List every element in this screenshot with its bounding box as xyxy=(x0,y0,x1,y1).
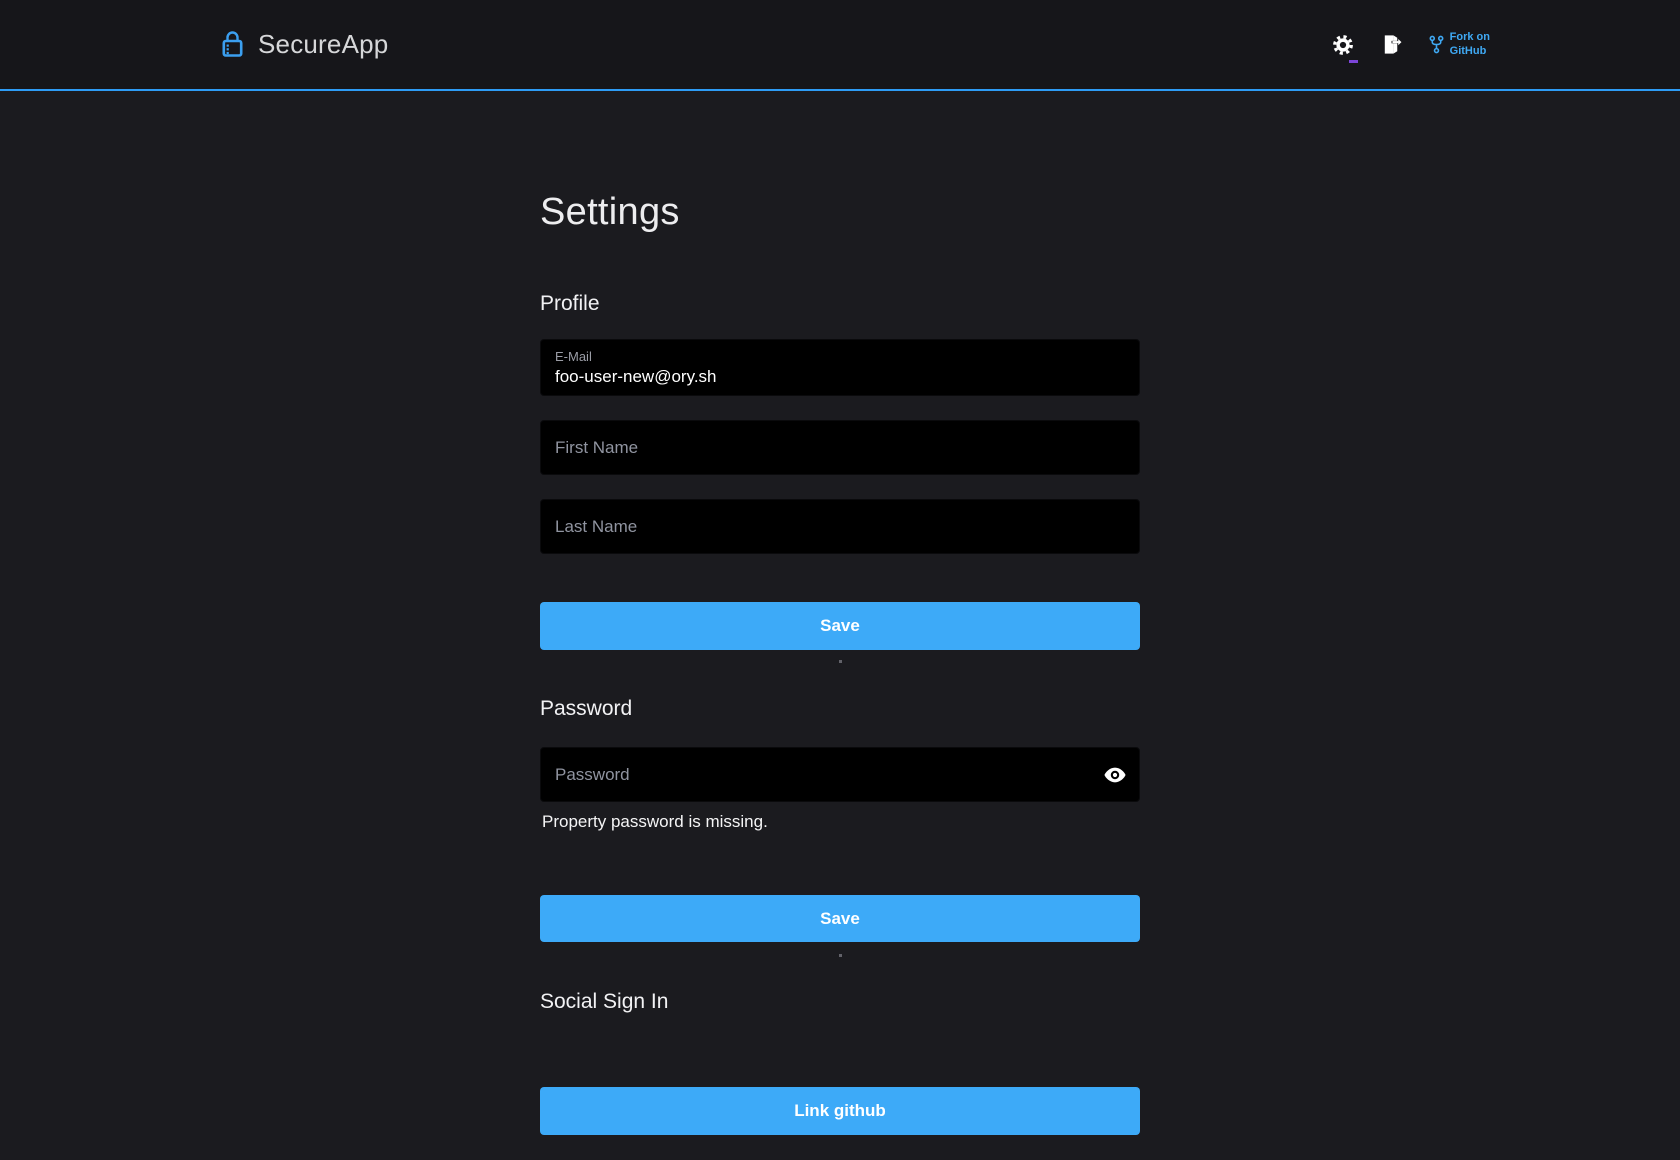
link-github-button[interactable]: Link github xyxy=(540,1087,1140,1135)
email-input[interactable] xyxy=(555,367,1125,387)
git-fork-icon xyxy=(1429,35,1444,54)
first-name-input[interactable] xyxy=(555,438,1125,458)
password-field-container xyxy=(540,747,1140,802)
logout-icon xyxy=(1380,33,1403,56)
separator-dot xyxy=(839,954,842,957)
password-section-heading: Password xyxy=(540,697,1140,721)
navbar-actions: Fork on GitHub xyxy=(1332,31,1490,59)
password-save-button[interactable]: Save xyxy=(540,895,1140,942)
app-title: SecureApp xyxy=(258,29,388,60)
fork-on-github-link[interactable]: Fork on GitHub xyxy=(1429,31,1490,59)
fork-link-text: Fork on GitHub xyxy=(1450,31,1490,59)
email-field-container: E-Mail xyxy=(540,339,1140,396)
last-name-input[interactable] xyxy=(555,517,1125,537)
email-field-label: E-Mail xyxy=(555,349,1125,364)
page-title: Settings xyxy=(540,191,1140,234)
profile-save-button[interactable]: Save xyxy=(540,602,1140,650)
gear-icon xyxy=(1332,34,1354,56)
eye-icon xyxy=(1104,767,1126,783)
top-navbar: SecureApp xyxy=(0,0,1680,91)
password-input[interactable] xyxy=(555,765,1125,785)
lock-icon xyxy=(222,31,243,58)
first-name-field-container xyxy=(540,420,1140,475)
profile-section-heading: Profile xyxy=(540,292,1140,316)
password-error-message: Property password is missing. xyxy=(542,812,1140,832)
social-section-heading: Social Sign In xyxy=(540,990,1140,1014)
settings-page: Settings Profile E-Mail Save Password Pr… xyxy=(540,91,1140,1135)
settings-button[interactable] xyxy=(1332,34,1354,56)
separator-dot xyxy=(839,660,842,663)
logout-button[interactable] xyxy=(1380,33,1403,56)
gear-underline-indicator xyxy=(1349,60,1358,63)
app-logo[interactable]: SecureApp xyxy=(222,29,388,60)
last-name-field-container xyxy=(540,499,1140,554)
toggle-password-visibility-button[interactable] xyxy=(1104,767,1126,783)
